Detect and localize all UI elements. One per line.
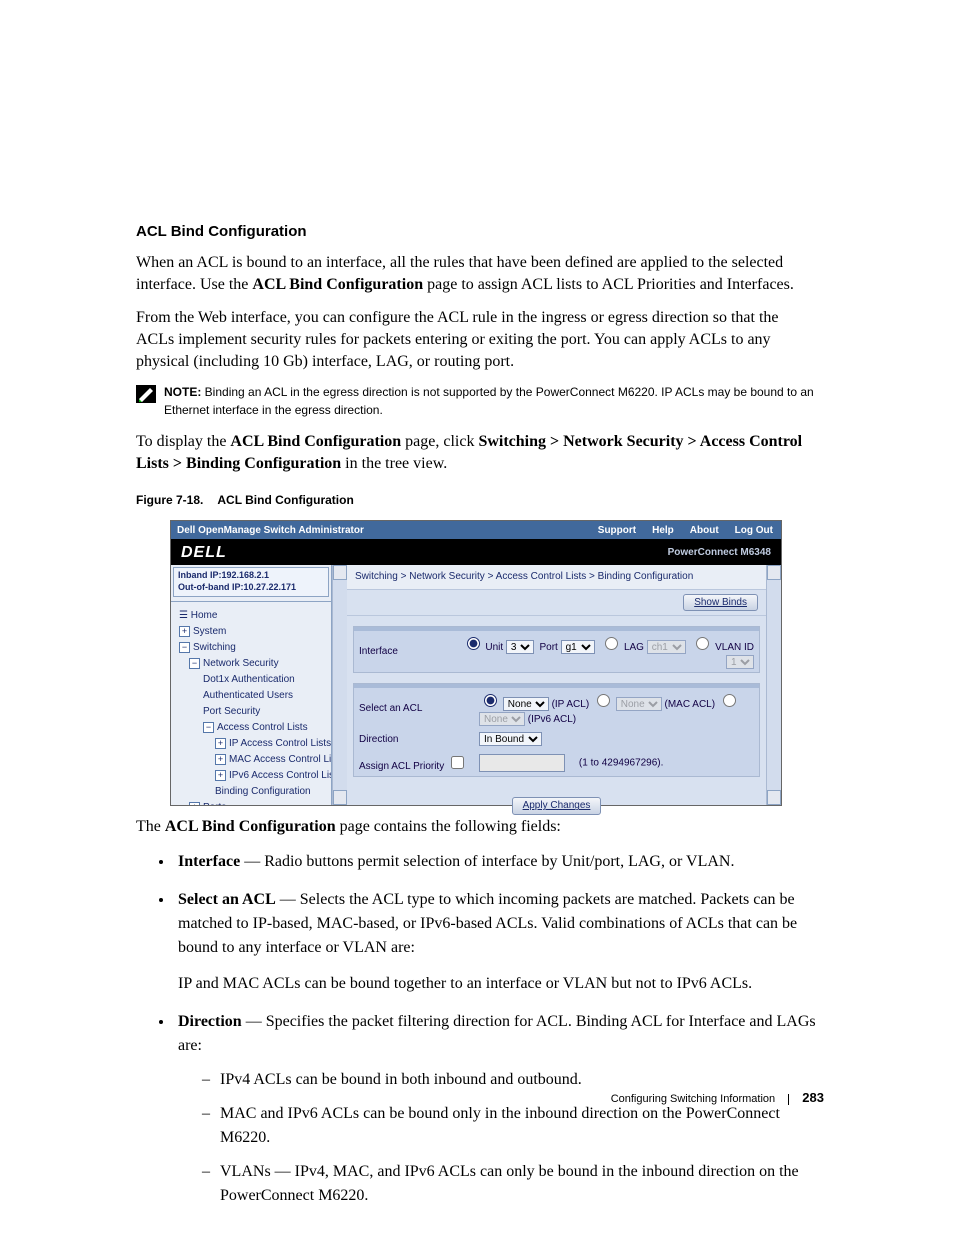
priority-checkbox[interactable] — [451, 756, 464, 769]
pencil-note-icon — [136, 385, 156, 410]
scroll-down-icon[interactable] — [333, 790, 347, 805]
tree-mac-acl[interactable]: +MAC Access Control Lists — [175, 752, 327, 768]
nav-tree[interactable]: ☰ Home +System −Switching −Network Secur… — [171, 602, 331, 806]
priority-label: Assign ACL Priority — [354, 750, 474, 777]
crumb-switching[interactable]: Switching — [355, 571, 398, 582]
tree-home[interactable]: ☰ Home — [175, 608, 327, 624]
tree-switching[interactable]: −Switching — [175, 640, 327, 656]
expand-icon[interactable]: + — [215, 738, 226, 749]
select-acl-label: Select an ACL — [354, 688, 474, 729]
collapse-icon[interactable]: − — [189, 658, 200, 669]
figure-caption: Figure 7-18.ACL Bind Configuration — [136, 492, 816, 508]
page-footer: Configuring Switching Information 283 — [611, 1089, 824, 1107]
model-label: PowerConnect M6348 — [668, 546, 781, 560]
logo-row: DELL PowerConnect M6348 — [171, 539, 781, 565]
tree-port-security[interactable]: Port Security — [175, 704, 327, 720]
section-heading: ACL Bind Configuration — [136, 222, 816, 242]
paragraph-2: From the Web interface, you can configur… — [136, 307, 816, 372]
mac-acl-select[interactable]: None — [616, 697, 662, 711]
tree-system[interactable]: +System — [175, 624, 327, 640]
left-panel: Inband IP:192.168.2.1 Out-of-band IP:10.… — [171, 565, 332, 805]
link-help[interactable]: Help — [644, 524, 682, 538]
crumb-acl[interactable]: Access Control Lists — [496, 571, 587, 582]
lag-select[interactable]: ch1 — [647, 640, 686, 654]
acl-panel: Select an ACL None (IP ACL) None (MAC AC… — [353, 683, 760, 777]
direction-label: Direction — [354, 729, 474, 750]
content-scrollbar[interactable] — [766, 565, 781, 805]
field-list: Interface — Radio buttons permit selecti… — [174, 850, 816, 1208]
field-direction: Direction — Specifies the packet filteri… — [174, 1010, 816, 1208]
dell-logo: DELL — [171, 542, 668, 564]
apply-changes-button[interactable]: Apply Changes — [512, 797, 602, 815]
tree-binding-config[interactable]: Binding Configuration — [175, 784, 327, 800]
link-about[interactable]: About — [682, 524, 727, 538]
scroll-down-icon[interactable] — [767, 790, 781, 805]
radio-unit[interactable] — [467, 637, 480, 650]
collapse-icon[interactable]: − — [179, 642, 190, 653]
expand-icon[interactable]: + — [215, 754, 226, 765]
port-select[interactable]: g1 — [561, 640, 595, 654]
note-text: NOTE: Binding an ACL in the egress direc… — [164, 384, 816, 419]
show-binds-button[interactable]: Show Binds — [683, 594, 758, 612]
breadcrumb: Switching > Network Security > Access Co… — [347, 565, 766, 590]
ip-acl-select[interactable]: None — [503, 697, 549, 711]
footer-section-name: Configuring Switching Information — [611, 1093, 775, 1105]
radio-lag[interactable] — [605, 637, 618, 650]
tree-ip-acl[interactable]: +IP Access Control Lists — [175, 736, 327, 752]
tree-acl[interactable]: −Access Control Lists — [175, 720, 327, 736]
tree-ports[interactable]: +Ports — [175, 800, 327, 806]
priority-input[interactable] — [479, 754, 565, 772]
interface-label: Interface — [354, 631, 434, 672]
paragraph-3: To display the ACL Bind Configuration pa… — [136, 431, 816, 474]
unit-select[interactable]: 3 — [506, 640, 534, 654]
scroll-up-icon[interactable] — [767, 565, 781, 580]
paragraph-1: When an ACL is bound to an interface, al… — [136, 252, 816, 295]
sub-vlans: VLANs — IPv4, MAC, and IPv6 ACLs can onl… — [202, 1160, 816, 1208]
field-interface: Interface — Radio buttons permit selecti… — [174, 850, 816, 874]
ip-box: Inband IP:192.168.2.1 Out-of-band IP:10.… — [173, 567, 329, 596]
tree-network-security[interactable]: −Network Security — [175, 656, 327, 672]
page-number: 283 — [802, 1090, 824, 1105]
note-block: NOTE: Binding an ACL in the egress direc… — [136, 384, 816, 419]
content-area: Switching > Network Security > Access Co… — [347, 565, 766, 805]
expand-icon[interactable]: + — [215, 770, 226, 781]
expand-icon[interactable]: + — [189, 802, 200, 806]
scroll-up-icon[interactable] — [333, 565, 347, 580]
crumb-network-security[interactable]: Network Security — [409, 571, 485, 582]
vlan-select[interactable]: 1 — [726, 655, 754, 669]
crumb-current: Binding Configuration — [598, 571, 694, 582]
tree-scrollbar[interactable] — [332, 565, 347, 805]
radio-vlan[interactable] — [696, 637, 709, 650]
ipv6-acl-select[interactable]: None — [479, 712, 525, 726]
tree-dot1x[interactable]: Dot1x Authentication — [175, 672, 327, 688]
screenshot-frame: Dell OpenManage Switch Administrator Sup… — [170, 520, 782, 806]
expand-icon[interactable]: + — [179, 626, 190, 637]
tree-auth-users[interactable]: Authenticated Users — [175, 688, 327, 704]
collapse-icon[interactable]: − — [203, 722, 214, 733]
link-logout[interactable]: Log Out — [727, 524, 781, 538]
radio-ip-acl[interactable] — [484, 694, 497, 707]
window-title: Dell OpenManage Switch Administrator — [171, 524, 590, 538]
radio-mac-acl[interactable] — [597, 694, 610, 707]
interface-panel: Interface Unit 3 Port g1 LAG ch1 VLAN ID — [353, 626, 760, 673]
radio-ipv6-acl[interactable] — [723, 694, 736, 707]
link-support[interactable]: Support — [590, 524, 644, 538]
window-titlebar: Dell OpenManage Switch Administrator Sup… — [171, 521, 781, 539]
field-select-acl: Select an ACL — Selects the ACL type to … — [174, 888, 816, 996]
direction-select[interactable]: In Bound — [479, 732, 542, 746]
tree-ipv6-acl[interactable]: +IPv6 Access Control Lists — [175, 768, 327, 784]
sub-mac-ipv6: MAC and IPv6 ACLs can be bound only in t… — [202, 1102, 816, 1150]
